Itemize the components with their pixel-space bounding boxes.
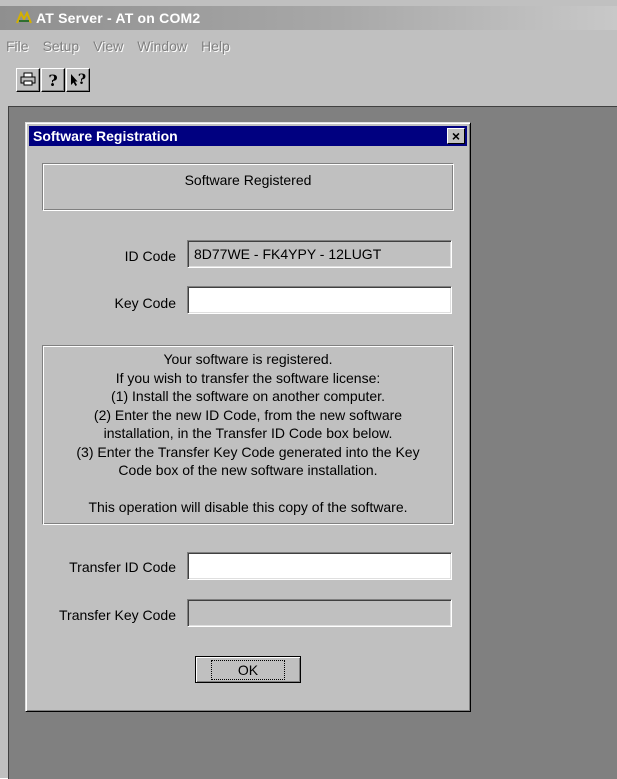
registration-status-panel: Software Registered [42,163,454,211]
printer-icon [20,72,36,89]
print-button[interactable] [16,68,40,92]
help-icon: ? [48,70,58,90]
info-line: Code box of the new software installatio… [118,462,378,478]
app-title: AT Server - AT on COM2 [36,10,201,26]
toolbar: ? ? [0,64,617,96]
menu-file[interactable]: File [6,38,29,54]
software-registration-dialog: Software Registration × Software Registe… [25,122,471,712]
info-line: If you wish to transfer the software lic… [115,369,381,386]
close-icon: × [451,128,461,144]
id-code-field[interactable] [187,240,452,268]
info-line: (1) Install the software on another comp… [111,388,385,404]
menu-help[interactable]: Help [201,38,230,54]
dialog-title: Software Registration [33,128,178,144]
transfer-id-code-input[interactable] [187,552,452,580]
id-code-label: ID Code [124,248,176,264]
context-help-icon: ? [70,72,86,88]
info-line: (2) Enter the new ID Code, from the new … [93,406,403,423]
context-help-button[interactable]: ? [66,68,90,92]
app-titlebar[interactable]: AT Server - AT on COM2 [0,6,617,30]
info-line: (3) Enter the Transfer Key Code generate… [76,443,420,460]
transfer-instructions: Your software is registered. If you wish… [47,350,449,517]
context-help-glyph: ? [77,72,87,88]
transfer-id-code-label: Transfer ID Code [69,559,176,575]
transfer-key-code-field[interactable] [187,599,452,627]
dialog-titlebar[interactable]: Software Registration × [29,126,467,146]
info-line: Your software is registered. [163,351,333,367]
info-line: This operation will disable this copy of… [88,499,408,515]
close-button[interactable]: × [447,128,465,144]
key-code-label: Key Code [114,295,176,311]
info-line [47,480,449,499]
ok-button[interactable]: OK [195,656,301,683]
app-window: AT Server - AT on COM2 File Setup View W… [0,0,617,779]
app-icon [16,10,32,26]
transfer-key-code-label: Transfer Key Code [59,607,176,623]
transfer-instructions-panel: Your software is registered. If you wish… [42,345,454,525]
registration-status: Software Registered [184,172,312,188]
menu-view[interactable]: View [93,38,123,54]
menu-bar: File Setup View Window Help [0,34,617,58]
menu-setup[interactable]: Setup [43,38,80,54]
ok-button-label: OK [210,659,286,680]
key-code-input[interactable] [187,286,452,314]
help-button[interactable]: ? [41,68,65,92]
menu-window[interactable]: Window [137,38,187,54]
info-line: installation, in the Transfer ID Code bo… [103,425,393,441]
